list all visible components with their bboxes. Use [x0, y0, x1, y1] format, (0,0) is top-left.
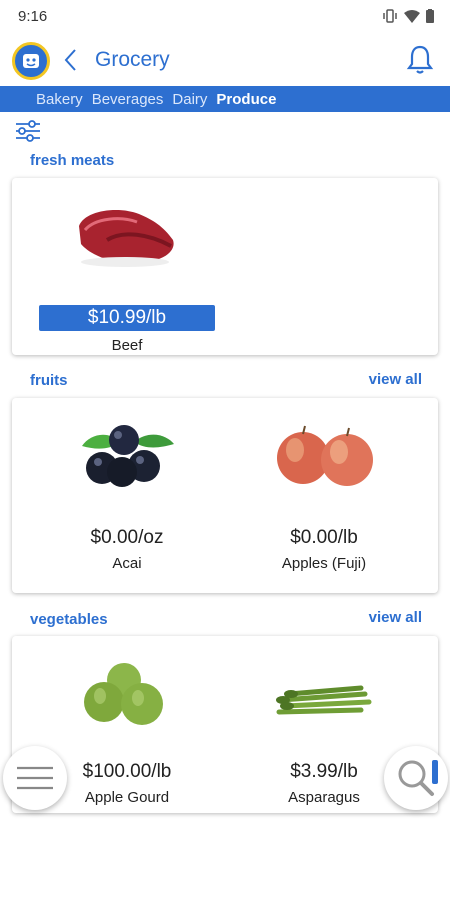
- product-name: Acai: [112, 555, 142, 572]
- section-title-vegetables: vegetables: [30, 611, 108, 628]
- product-name: Apples (Fuji): [281, 555, 367, 572]
- app-bar: Grocery: [0, 34, 450, 86]
- tab-produce[interactable]: Produce: [216, 91, 276, 108]
- view-all-vegetables-link[interactable]: view all: [369, 609, 422, 626]
- asparagus-image: [276, 685, 372, 715]
- wifi-icon: [404, 10, 420, 23]
- page-title: Grocery: [95, 48, 170, 71]
- fresh-meats-card: $10.99/lb Beef: [12, 178, 438, 355]
- apples-image: [277, 425, 373, 486]
- vegetables-card: $100.00/lb Apple Gourd $3.99/lb Asparagu…: [12, 636, 438, 813]
- product-item-apples-fuji[interactable]: $0.00/lb Apples (Fuji): [224, 420, 424, 572]
- section-title-fruits: fruits: [30, 372, 68, 389]
- notification-bell-icon[interactable]: [406, 44, 434, 76]
- back-chevron-icon[interactable]: [60, 46, 82, 74]
- product-name: Beef: [111, 337, 143, 354]
- product-price: $0.00/oz: [90, 527, 164, 548]
- tab-beverages[interactable]: Beverages: [92, 91, 164, 108]
- battery-icon: [426, 9, 434, 23]
- category-tabs: Bakery Beverages Dairy Produce: [0, 86, 450, 112]
- view-all-fruits-link[interactable]: view all: [369, 371, 422, 388]
- tab-bakery[interactable]: Bakery: [36, 91, 83, 108]
- fruits-card: $0.00/oz Acai $0.00/lb Apples (Fuji): [12, 398, 438, 593]
- menu-fab-button[interactable]: [3, 746, 67, 810]
- vibrate-icon: [383, 9, 397, 23]
- product-item-beef[interactable]: $10.99/lb Beef: [27, 196, 227, 354]
- app-logo-icon[interactable]: [12, 42, 50, 80]
- product-price: $0.00/lb: [290, 527, 358, 548]
- tab-dairy[interactable]: Dairy: [172, 91, 207, 108]
- acai-image: [82, 425, 174, 487]
- search-fab-button[interactable]: [384, 746, 448, 810]
- search-icon: [398, 760, 438, 796]
- price-badge: $10.99/lb: [39, 305, 215, 331]
- apple-gourd-image: [84, 663, 163, 725]
- beef-image: [79, 210, 174, 267]
- status-time: 9:16: [18, 8, 48, 25]
- section-title-fresh-meats: fresh meats: [30, 152, 115, 169]
- status-bar: 9:16: [0, 0, 450, 34]
- product-item-acai[interactable]: $0.00/oz Acai: [27, 420, 227, 572]
- status-icons: [382, 9, 434, 23]
- filter-sliders-icon[interactable]: [14, 120, 42, 142]
- hamburger-menu-icon: [17, 766, 53, 790]
